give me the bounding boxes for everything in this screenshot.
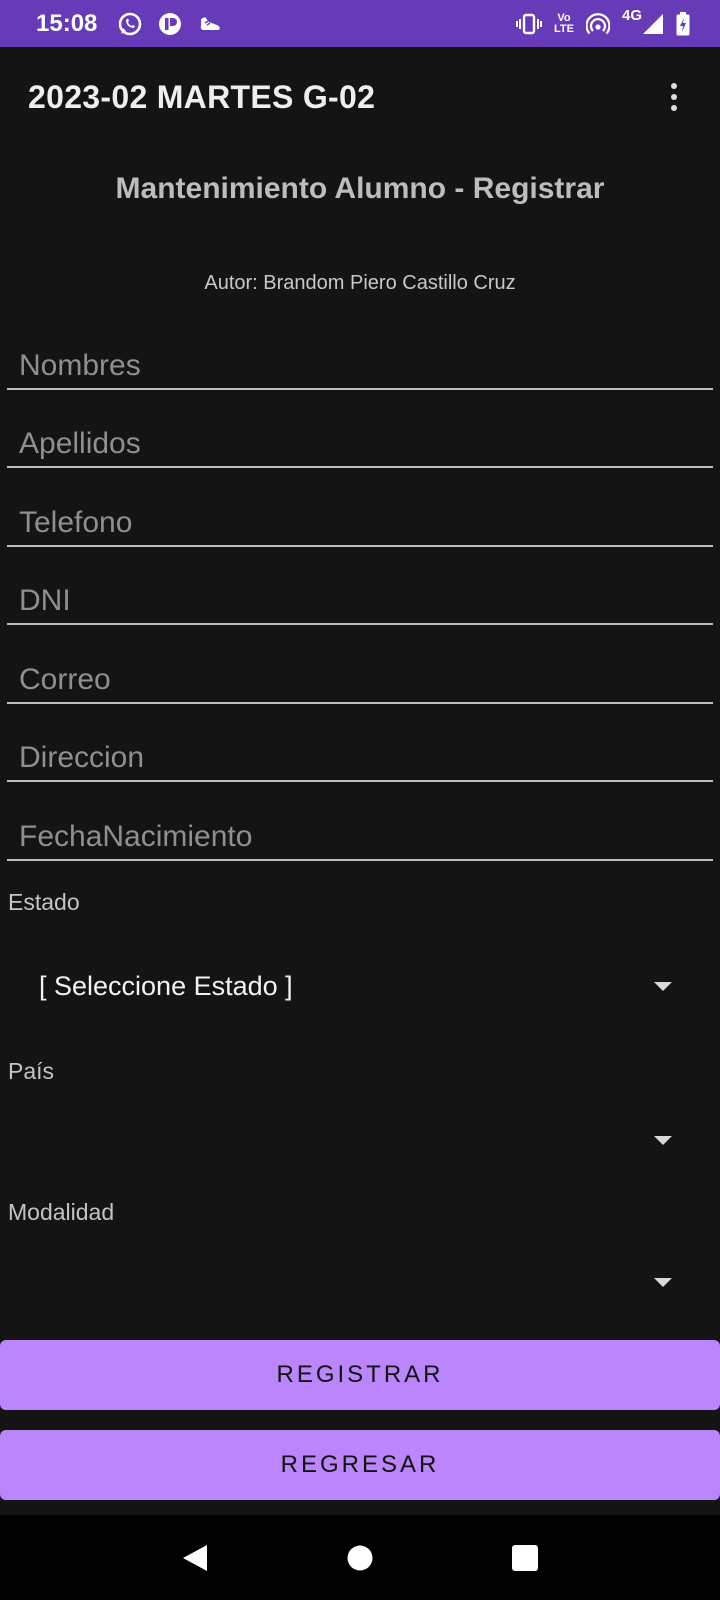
menu-dot: [671, 83, 677, 89]
correo-input[interactable]: [7, 644, 713, 702]
dropdown-arrow-icon: [654, 1136, 672, 1145]
fecha-nacimiento-input[interactable]: [7, 801, 713, 859]
menu-dot: [671, 105, 677, 111]
vibrate-icon: [516, 13, 543, 35]
dropdown-arrow-icon: [654, 982, 672, 991]
apellidos-field: [7, 408, 713, 468]
app-bar: 2023-02 MARTES G-02: [0, 47, 720, 147]
dni-field: [7, 565, 713, 625]
estado-spinner[interactable]: [ Seleccione Estado ]: [8, 951, 712, 1021]
volte-bottom-label: LTE: [554, 22, 574, 35]
hotspot-icon: [585, 12, 610, 35]
dni-input[interactable]: [7, 565, 713, 623]
telefono-field: [7, 487, 713, 547]
direccion-field: [7, 722, 713, 782]
recents-icon[interactable]: [495, 1528, 555, 1588]
fecha-nacimiento-field: [7, 801, 713, 861]
back-icon[interactable]: [165, 1528, 225, 1588]
shoe-icon: [197, 11, 223, 37]
pais-spinner[interactable]: [8, 1105, 712, 1175]
registrar-button[interactable]: REGISTRAR: [0, 1340, 720, 1410]
network-type-label: 4G: [621, 6, 642, 24]
status-bar: 15:08 Vo LTE 4G: [0, 0, 720, 47]
modalidad-label: Modalidad: [8, 1199, 115, 1225]
estado-label: Estado: [8, 889, 80, 915]
home-icon[interactable]: [330, 1528, 390, 1588]
modalidad-spinner[interactable]: [8, 1247, 712, 1317]
status-left: 15:08: [36, 10, 223, 38]
apellidos-input[interactable]: [7, 408, 713, 466]
regresar-button[interactable]: REGRESAR: [0, 1430, 720, 1500]
dropdown-arrow-icon: [654, 1278, 672, 1287]
pais-label: País: [8, 1058, 55, 1084]
correo-field: [7, 644, 713, 704]
estado-selected-value: [ Seleccione Estado ]: [39, 970, 293, 1001]
status-time: 15:08: [36, 9, 98, 37]
signal-icon: 4G: [622, 7, 664, 35]
battery-icon: [676, 11, 690, 36]
whatsapp-icon: [117, 11, 143, 37]
telefono-input[interactable]: [7, 487, 713, 545]
nombres-input[interactable]: [7, 330, 713, 388]
volte-icon: Vo LTE: [554, 11, 574, 35]
menu-dot: [671, 94, 677, 100]
app-notification-icon: [157, 11, 183, 37]
author-label: Autor: Brandom Piero Castillo Cruz: [204, 272, 516, 294]
more-vert-icon[interactable]: [656, 73, 692, 121]
nombres-field: [7, 330, 713, 390]
direccion-input[interactable]: [7, 722, 713, 780]
status-right: Vo LTE 4G: [516, 7, 690, 36]
page-heading: Mantenimiento Alumno - Registrar: [115, 172, 605, 205]
volte-top-label: Vo: [557, 11, 571, 24]
navigation-bar: [0, 1515, 720, 1600]
app-title: 2023-02 MARTES G-02: [28, 78, 376, 115]
